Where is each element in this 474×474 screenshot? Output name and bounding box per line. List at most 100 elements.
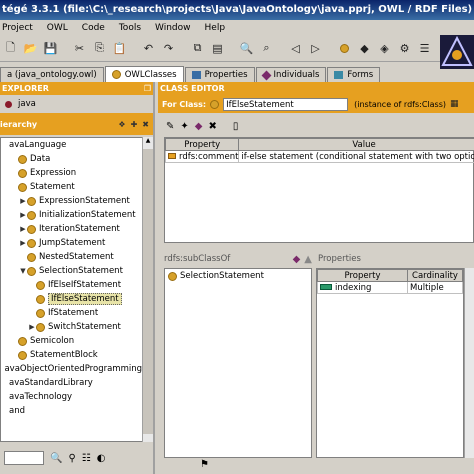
properties-scrollbar[interactable] <box>464 268 474 458</box>
add-sibling-icon[interactable]: ✚ <box>131 120 138 129</box>
cardinality-header[interactable]: Cardinality <box>407 269 463 282</box>
tree-item-label: NestedStatement <box>39 252 114 262</box>
tree-item[interactable]: avaObjectOrientedProgramming <box>1 362 142 376</box>
expand-icon[interactable]: ▶ <box>19 225 27 233</box>
classify-icon[interactable]: ☰ <box>416 40 433 57</box>
explorer-root[interactable]: java <box>0 95 153 113</box>
table-row[interactable]: rdfs:comment if-else statement (conditio… <box>164 150 474 163</box>
copy-tool-icon[interactable]: ⧉ <box>189 40 206 57</box>
save-icon[interactable]: 💾 <box>42 40 59 57</box>
tree-item[interactable]: Expression <box>1 166 142 180</box>
open-folder-icon[interactable]: 📂 <box>22 40 39 57</box>
class-search-input[interactable] <box>4 451 44 465</box>
tree-item[interactable]: ▼ SelectionStatement <box>1 264 142 278</box>
tab-ontology[interactable]: a (java_ontology.owl) <box>0 67 104 82</box>
tree-item-label: IfElseStatement <box>48 293 122 305</box>
tab-bar: a (java_ontology.owl) OWLClasses Propert… <box>0 66 474 82</box>
tree-item[interactable]: and <box>1 404 142 418</box>
tree-item[interactable]: avaLanguage <box>1 138 142 152</box>
search-icon[interactable]: 🔍 <box>238 40 255 57</box>
expand-icon[interactable]: ▶ <box>19 211 27 219</box>
menu-owl[interactable]: OWL <box>47 23 68 33</box>
tree-item[interactable]: StatementBlock <box>1 348 142 362</box>
menu-code[interactable]: Code <box>82 23 105 33</box>
value-header[interactable]: Value <box>238 138 474 151</box>
menu-tools[interactable]: Tools <box>119 23 141 33</box>
tree-item[interactable]: ▶ ExpressionStatement <box>1 194 142 208</box>
maximize-icon[interactable]: ❐ <box>144 82 151 95</box>
paste-icon[interactable]: 📋 <box>111 40 128 57</box>
tree-item[interactable]: ▶ InitializationStatement <box>1 208 142 222</box>
tree-scrollbar[interactable]: ▲ <box>142 137 153 442</box>
find-icon[interactable]: ⌕ <box>258 40 275 57</box>
tree-item-label: InitializationStatement <box>39 210 136 220</box>
tree-item[interactable]: NestedStatement <box>1 250 142 264</box>
tree-item[interactable]: ▶ JumpStatement <box>1 236 142 250</box>
create-annotation-icon[interactable]: ✦ <box>180 121 188 132</box>
tree-item[interactable]: ▶ IterationStatement <box>1 222 142 236</box>
annotations-table: Property Value rdfs:comment if-else stat… <box>164 138 474 163</box>
tab-individuals[interactable]: Individuals <box>255 67 327 82</box>
delete-class-icon[interactable]: ✖ <box>142 120 149 129</box>
class-tree[interactable]: avaLanguage Data Expression Statement ▶ Expre… <box>0 137 142 442</box>
add-superclass-icon[interactable]: ◆ <box>293 254 301 265</box>
tree-item[interactable]: avaTechnology <box>1 390 142 404</box>
class-name-field[interactable]: IfElseStatement <box>223 97 349 111</box>
tree-item[interactable]: ▶ SwitchStatement <box>1 320 142 334</box>
tree-item-label: IfElseIfStatement <box>48 280 122 290</box>
tree-item[interactable]: avaStandardLibrary <box>1 376 142 390</box>
footer-tool-icon[interactable]: ⚑ <box>200 459 209 470</box>
tab-properties[interactable]: Properties <box>184 67 255 82</box>
redo-icon[interactable]: ↷ <box>160 40 177 57</box>
tree-item[interactable]: Data <box>1 152 142 166</box>
copy-icon[interactable]: ⎘ <box>91 40 108 57</box>
binoculars-icon[interactable]: ⚲ <box>68 453 75 464</box>
reasoner-icon[interactable]: ⚙ <box>396 40 413 57</box>
show-class-icon[interactable]: ◐ <box>97 453 106 464</box>
expand-icon[interactable]: ▶ <box>19 197 27 205</box>
table-row[interactable]: indexing Multiple <box>317 281 463 294</box>
tree-item[interactable]: Semicolon <box>1 334 142 348</box>
explorer-panel: EXPLORER ❐ java ierarchy ❖ ✚ ✖ avaLangua… <box>0 82 155 474</box>
individual-icon[interactable]: ◈ <box>376 40 393 57</box>
add-subclass-icon[interactable]: ❖ <box>118 120 125 129</box>
menu-window[interactable]: Window <box>155 23 191 33</box>
hierarchy-label: ierarchy <box>0 119 38 129</box>
metadata-icon[interactable]: ▦ <box>450 99 459 109</box>
expand-icon[interactable]: ▶ <box>19 239 27 247</box>
undo-icon[interactable]: ↶ <box>140 40 157 57</box>
annotation-options-icon[interactable]: ▯ <box>233 121 239 132</box>
remove-annotation-icon[interactable]: ✖ <box>208 121 216 132</box>
property-icon[interactable]: ◆ <box>356 40 373 57</box>
tree-item[interactable]: IfStatement <box>1 306 142 320</box>
tree-item-label: avaTechnology <box>9 392 73 402</box>
tree-item[interactable]: IfElseIfStatement <box>1 278 142 292</box>
search-icon[interactable]: 🔍 <box>50 453 62 464</box>
menu-project[interactable]: Project <box>2 23 33 33</box>
cut-icon[interactable]: ✂ <box>71 40 88 57</box>
paste-tool-icon[interactable]: ▤ <box>209 40 226 57</box>
back-icon[interactable]: ◁ <box>287 40 304 57</box>
for-class-row: For Class: IfElseStatement (instance of … <box>158 95 474 113</box>
superclass-list[interactable]: SelectionStatement <box>164 268 312 458</box>
property-column-header[interactable]: Property <box>317 269 408 282</box>
new-file-icon[interactable]: 🗋 <box>2 40 19 57</box>
delete-annotation-icon[interactable]: ◆ <box>195 121 203 132</box>
collapse-icon[interactable]: ▼ <box>19 267 27 275</box>
remove-superclass-icon[interactable]: ▲ <box>304 254 312 265</box>
annotation-value: if-else statement (conditional statement… <box>238 150 474 163</box>
list-item[interactable]: SelectionStatement <box>165 269 311 283</box>
property-header[interactable]: Property <box>164 138 240 151</box>
tree-item[interactable]: Statement <box>1 180 142 194</box>
menu-help[interactable]: Help <box>205 23 226 33</box>
forward-icon[interactable]: ▷ <box>307 40 324 57</box>
tree-tool-icon[interactable]: ☷ <box>82 453 91 464</box>
class-icon[interactable] <box>336 40 353 57</box>
menu-bar: Project OWL Code Tools Window Help <box>0 20 474 35</box>
add-annotation-icon[interactable]: ✎ <box>166 121 174 132</box>
expand-icon[interactable]: ▶ <box>28 323 36 331</box>
tab-owlclasses[interactable]: OWLClasses <box>104 66 184 82</box>
tree-item-label: SelectionStatement <box>39 266 123 276</box>
tab-forms[interactable]: Forms <box>327 67 381 82</box>
tree-item[interactable]: IfElseStatement <box>1 292 142 306</box>
